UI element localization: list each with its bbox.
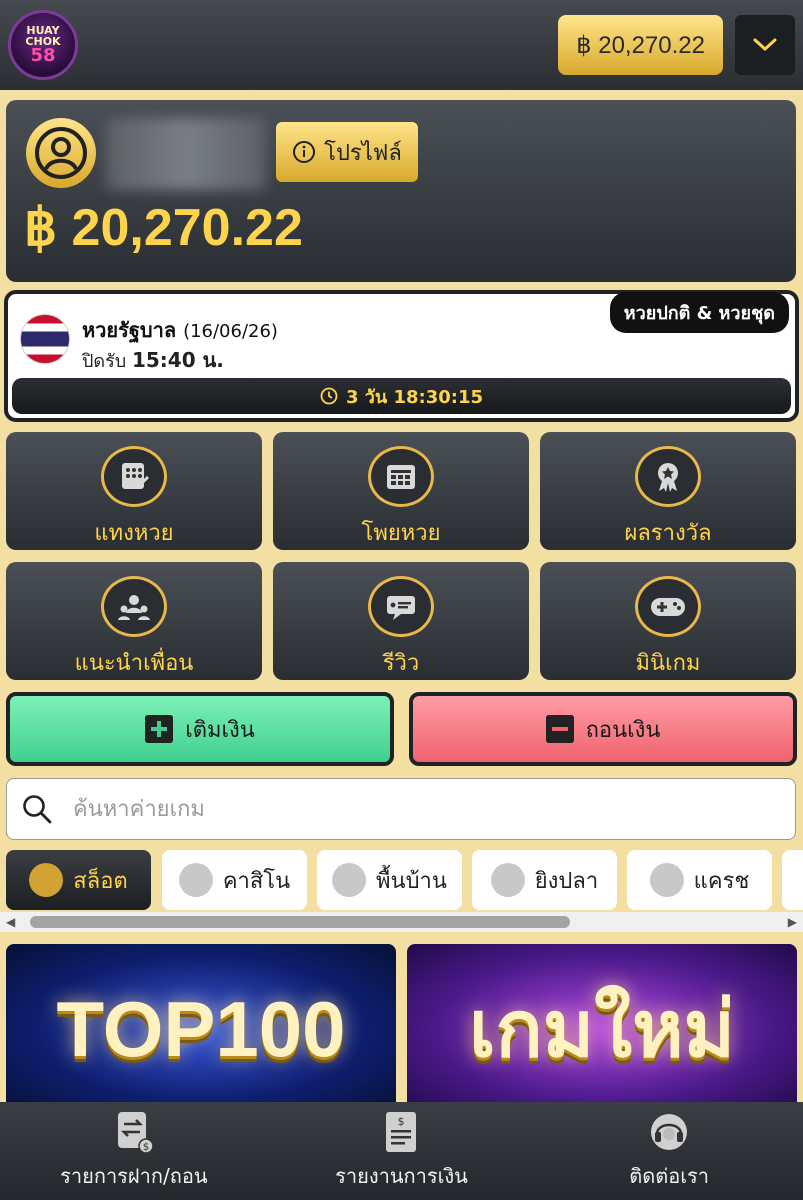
category-scrollbar[interactable]: ◀ ▶ (0, 912, 803, 932)
header-balance[interactable]: ฿ 20,270.22 (558, 15, 723, 75)
withdraw-label: ถอนเงิน (585, 717, 661, 743)
award-icon (635, 446, 701, 507)
game-search-bar (6, 778, 796, 840)
bottom-nav: $ รายการฝาก/ถอน $ รายงานการเงิน ติดต่อเร… (0, 1102, 803, 1200)
ticket-list-icon (368, 446, 434, 507)
user-icon (35, 127, 87, 179)
scroll-left-icon[interactable]: ◀ (6, 915, 15, 929)
casino-chip-icon (178, 863, 213, 897)
thai-flag-icon (20, 314, 70, 364)
gamepad-icon (635, 576, 701, 637)
tab-local-games[interactable]: พื้นบ้าน (317, 850, 462, 910)
tab-label: พื้นบ้าน (376, 868, 447, 894)
scroll-right-icon[interactable]: ▶ (788, 915, 797, 929)
search-input[interactable] (73, 796, 673, 822)
countdown-bar: 3 วัน 18:30:15 (12, 378, 791, 414)
nav-label: ติดต่อเรา (629, 1164, 710, 1188)
review-icon (368, 576, 434, 637)
dice-icon (332, 863, 367, 897)
tile-ticket-list[interactable]: โพยหวย (273, 432, 529, 550)
profile-button-label: โปรไฟล์ (324, 140, 402, 166)
lottery-date: (16/06/26) (183, 321, 278, 342)
tab-crash[interactable]: แครช (627, 850, 772, 910)
header-right: ฿ 20,270.22 (558, 15, 795, 75)
tab-label: แครช (693, 868, 750, 894)
tile-bet[interactable]: แทงหวย (6, 432, 262, 550)
tab-label: ยิงปลา (534, 868, 599, 894)
deposit-label: เติมเงิน (185, 717, 255, 743)
tile-label: รีวิว (382, 651, 420, 676)
scrollbar-thumb[interactable] (30, 916, 570, 928)
info-icon (293, 141, 316, 163)
tile-label: แนะนำเพื่อน (74, 651, 194, 676)
search-icon (23, 795, 52, 824)
nav-label: รายการฝาก/ถอน (60, 1164, 208, 1188)
avatar[interactable] (26, 118, 96, 188)
tab-label: คาสิโน (222, 868, 291, 894)
tile-label: ผลรางวัล (624, 521, 712, 546)
nav-transactions[interactable]: $ รายการฝาก/ถอน (4, 1110, 264, 1192)
deposit-button[interactable]: เติมเงิน (6, 692, 394, 766)
referral-icon (101, 576, 167, 637)
tile-minigame[interactable]: มินิเกม (540, 562, 796, 680)
nav-label: รายงานการเงิน (335, 1164, 468, 1188)
support-headset-icon (651, 1114, 688, 1150)
withdraw-icon (545, 715, 574, 743)
lottery-name: หวยรัฐบาล (82, 318, 177, 342)
brand-logo[interactable]: HUAY CHOK 58 (8, 10, 78, 80)
tile-label: มินิเกม (635, 651, 701, 676)
tile-review[interactable]: รีวิว (273, 562, 529, 680)
profile-card: โปรไฟล์ ฿ 20,270.22 (6, 100, 796, 282)
tile-referral[interactable]: แนะนำเพื่อน (6, 562, 262, 680)
tile-label: แทงหวย (94, 521, 174, 546)
profile-button[interactable]: โปรไฟล์ (276, 122, 418, 182)
new-games-banner[interactable]: เกมใหม่ (407, 944, 797, 1114)
close-time: 15:40 น. (131, 348, 224, 372)
lottery-title: หวยรัฐบาล (16/06/26) (82, 314, 278, 346)
fish-icon (490, 863, 525, 897)
transfer-icon: $ (117, 1112, 154, 1154)
lottery-type-badge: หวยปกติ & หวยชุด (609, 292, 789, 333)
new-games-banner-text: เกมใหม่ (468, 985, 736, 1073)
top100-banner[interactable]: TOP100 (6, 944, 396, 1114)
nav-contact[interactable]: ติดต่อเรา (539, 1110, 799, 1192)
withdraw-button[interactable]: ถอนเงิน (409, 692, 797, 766)
profile-balance: ฿ 20,270.22 (24, 199, 303, 257)
top100-banner-text: TOP100 (56, 984, 346, 1073)
logo-text-3: 58 (30, 45, 56, 66)
deposit-icon (145, 715, 174, 743)
countdown-text: 3 วัน 18:30:15 (345, 386, 483, 408)
svg-text:$: $ (143, 1142, 149, 1153)
tab-more[interactable] (782, 850, 803, 910)
top-header: HUAY CHOK 58 ฿ 20,270.22 (0, 0, 803, 90)
tab-label: สล็อต (73, 868, 128, 894)
tab-casino[interactable]: คาสิโน (162, 850, 307, 910)
slot-machine-icon (29, 863, 64, 897)
chevron-down-icon (753, 38, 777, 52)
username-blurred (106, 118, 266, 190)
report-icon: $ (386, 1112, 417, 1152)
tab-fishing[interactable]: ยิงปลา (472, 850, 617, 910)
nav-finance-report[interactable]: $ รายงานการเงิน (271, 1110, 531, 1192)
category-tabs: สล็อต คาสิโน พื้นบ้าน ยิงปลา แครช (0, 848, 803, 912)
tile-label: โพยหวย (361, 521, 441, 546)
lottery-card[interactable]: หวยปกติ & หวยชุด หวยรัฐบาล (16/06/26) ปิ… (4, 290, 799, 422)
rocket-icon (649, 863, 684, 897)
bet-icon (101, 446, 167, 507)
menu-button[interactable] (735, 15, 795, 75)
tile-results[interactable]: ผลรางวัล (540, 432, 796, 550)
close-prefix: ปิดรับ (82, 351, 127, 372)
svg-text:$: $ (398, 1115, 405, 1128)
lottery-close-time: ปิดรับ 15:40 น. (82, 344, 224, 376)
clock-icon (320, 387, 338, 405)
tab-slot[interactable]: สล็อต (6, 850, 151, 910)
